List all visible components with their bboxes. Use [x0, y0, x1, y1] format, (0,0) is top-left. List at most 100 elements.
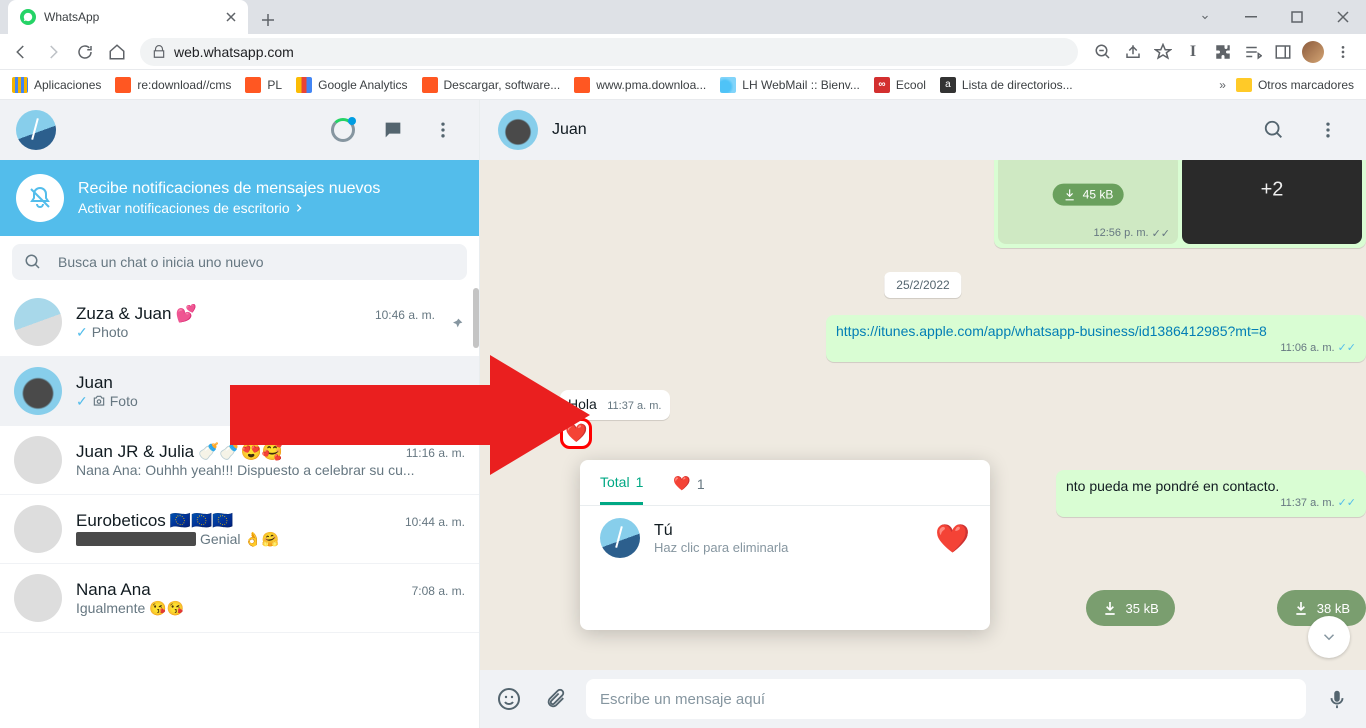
chat-avatar	[14, 436, 62, 484]
chat-time: 10:44 a. m.	[405, 515, 465, 529]
whatsapp-favicon-icon	[20, 9, 36, 25]
new-tab-button[interactable]	[254, 6, 282, 34]
sidebar-header	[0, 100, 479, 160]
bell-slash-icon	[16, 174, 64, 222]
playlist-icon[interactable]	[1242, 41, 1264, 63]
chat-name: Nana Ana	[76, 580, 151, 600]
chat-panel: Juan 45 kB 12:56 p. m.✓✓ +2 25/2/2	[480, 100, 1366, 728]
notification-banner[interactable]: Recibe notificaciones de mensajes nuevos…	[0, 160, 479, 236]
bookmark-icon	[422, 77, 438, 93]
mic-button[interactable]	[1322, 688, 1352, 710]
message-composer: Escribe un mensaje aquí	[480, 670, 1366, 728]
bookmark-analytics[interactable]: Google Analytics	[296, 77, 407, 93]
download-button[interactable]: 45 kB	[1053, 184, 1124, 206]
message-input[interactable]: Escribe un mensaje aquí	[586, 679, 1306, 719]
bookmark-apps[interactable]: Aplicaciones	[12, 77, 101, 93]
chat-item-nana-ana[interactable]: Nana Ana7:08 a. m. Igualmente 😘😘	[0, 564, 479, 633]
zoom-icon[interactable]	[1092, 41, 1114, 63]
chat-avatar	[14, 574, 62, 622]
reaction-tabs: Total1 ❤️1	[580, 460, 990, 506]
notif-subtitle[interactable]: Activar notificaciones de escritorio	[78, 200, 380, 216]
emoji-button[interactable]	[494, 687, 524, 711]
chat-header: Juan	[480, 100, 1366, 160]
reaction-tab-total[interactable]: Total1	[600, 474, 643, 505]
message-time: 12:56 p. m.✓✓	[1094, 227, 1170, 240]
bookmark-lh[interactable]: LH WebMail :: Bienv...	[720, 77, 860, 93]
read-tick-icon: ✓	[76, 393, 88, 410]
chat-preview: ✓Photo	[76, 324, 435, 341]
chevron-down-icon[interactable]	[1182, 0, 1228, 34]
maximize-button[interactable]	[1274, 0, 1320, 34]
conversation-avatar[interactable]	[498, 110, 538, 150]
menu-icon[interactable]	[423, 110, 463, 150]
reactor-name: Tú	[654, 522, 788, 540]
other-bookmarks[interactable]: Otros marcadores	[1236, 78, 1354, 92]
forward-button[interactable]	[38, 37, 68, 67]
chat-menu-icon[interactable]	[1308, 110, 1348, 150]
pin-icon	[449, 316, 465, 332]
bookmarks-overflow-icon[interactable]: »	[1219, 78, 1226, 92]
own-avatar[interactable]	[16, 110, 56, 150]
messages-area[interactable]: 45 kB 12:56 p. m.✓✓ +2 25/2/2022 https:/…	[480, 160, 1366, 670]
lock-icon	[152, 45, 166, 59]
message-time: 11:06 a. m.✓✓	[836, 341, 1356, 354]
message-text: nto pueda me pondré en contacto.	[1066, 478, 1356, 494]
browser-tab-strip: WhatsApp	[0, 0, 1366, 34]
new-chat-icon[interactable]	[373, 110, 413, 150]
reaction-tab-heart[interactable]: ❤️1	[673, 474, 704, 505]
more-count: +2	[1261, 179, 1284, 202]
analytics-icon	[296, 77, 312, 93]
chat-preview: Genial 👌🤗	[76, 531, 465, 548]
bookmark-ecool[interactable]: ∞Ecool	[874, 77, 926, 93]
home-button[interactable]	[102, 37, 132, 67]
reaction-details-popup: Total1 ❤️1 Tú Haz clic para eliminarla ❤…	[580, 460, 990, 630]
bookmark-descargar[interactable]: Descargar, software...	[422, 77, 561, 93]
bookmark-icon: a	[940, 77, 956, 93]
search-in-chat-icon[interactable]	[1254, 110, 1294, 150]
sidepanel-icon[interactable]	[1272, 41, 1294, 63]
scroll-to-bottom-button[interactable]	[1308, 616, 1350, 658]
heart-icon: ❤️	[935, 522, 970, 555]
outgoing-media-group[interactable]: 45 kB 12:56 p. m.✓✓ +2	[994, 150, 1366, 248]
share-icon[interactable]	[1122, 41, 1144, 63]
conversation-title[interactable]: Juan	[552, 121, 587, 139]
extension-i-icon[interactable]: I	[1182, 41, 1204, 63]
address-bar[interactable]: web.whatsapp.com	[140, 38, 1078, 66]
bookmark-redownload[interactable]: re:download//cms	[115, 77, 231, 93]
media-thumbnail[interactable]: 45 kB 12:56 p. m.✓✓	[998, 154, 1178, 244]
minimize-button[interactable]	[1228, 0, 1274, 34]
double-tick-icon: ✓✓	[1338, 496, 1356, 509]
browser-menu-icon[interactable]	[1332, 41, 1354, 63]
notif-title: Recibe notificaciones de mensajes nuevos	[78, 180, 380, 198]
folder-icon	[1236, 78, 1252, 92]
outgoing-message-response[interactable]: nto pueda me pondré en contacto. 11:37 a…	[1056, 470, 1366, 517]
bookmark-icon: ∞	[874, 77, 890, 93]
apps-grid-icon	[12, 77, 28, 93]
close-button[interactable]	[1320, 0, 1366, 34]
search-input[interactable]: Busca un chat o inicia uno nuevo	[12, 244, 467, 280]
bookmark-pl[interactable]: PL	[245, 77, 282, 93]
reactor-avatar	[600, 518, 640, 558]
browser-tab[interactable]: WhatsApp	[8, 0, 248, 34]
attach-button[interactable]	[540, 688, 570, 710]
bookmarks-bar: Aplicaciones re:download//cms PL Google …	[0, 70, 1366, 100]
extensions-puzzle-icon[interactable]	[1212, 41, 1234, 63]
reaction-user-row[interactable]: Tú Haz clic para eliminarla ❤️	[580, 506, 990, 570]
download-button[interactable]: 35 kB	[1086, 590, 1175, 626]
link-text[interactable]: https://itunes.apple.com/app/whatsapp-bu…	[836, 323, 1356, 339]
download-icon	[1063, 188, 1077, 202]
bookmark-pma[interactable]: www.pma.downloa...	[574, 77, 706, 93]
chat-time: 7:08 a. m.	[412, 584, 465, 598]
chat-item-eurobeticos[interactable]: Eurobeticos 🇪🇺🇪🇺🇪🇺10:44 a. m. Genial 👌🤗	[0, 495, 479, 564]
profile-avatar[interactable]	[1302, 41, 1324, 63]
whatsapp-app: Recibe notificaciones de mensajes nuevos…	[0, 100, 1366, 728]
search-placeholder: Busca un chat o inicia uno nuevo	[58, 254, 263, 270]
back-button[interactable]	[6, 37, 36, 67]
reload-button[interactable]	[70, 37, 100, 67]
tab-close-icon[interactable]	[226, 12, 236, 22]
bookmark-dir[interactable]: aLista de directorios...	[940, 77, 1073, 93]
star-icon[interactable]	[1152, 41, 1174, 63]
outgoing-link-message[interactable]: https://itunes.apple.com/app/whatsapp-bu…	[826, 315, 1366, 362]
media-thumbnail-more[interactable]: +2	[1182, 154, 1362, 244]
status-icon[interactable]	[323, 110, 363, 150]
